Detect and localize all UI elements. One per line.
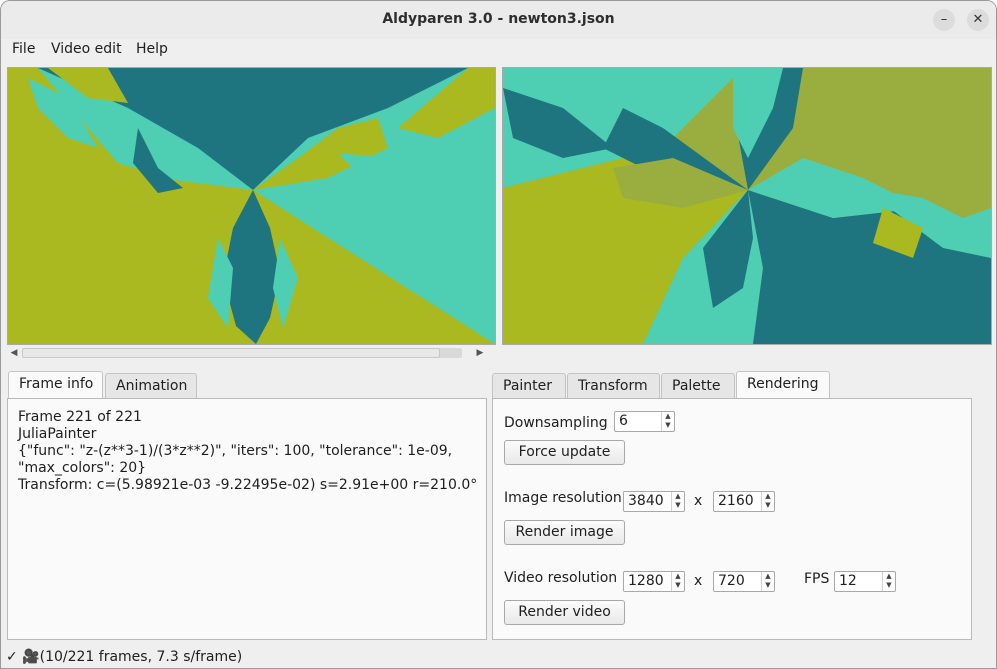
spin-arrows-icon[interactable]: ▲ ▼ bbox=[661, 412, 674, 431]
app-window: Aldyparen 3.0 - newton3.json – ✕ File Vi… bbox=[0, 0, 997, 669]
spin-arrows-icon[interactable]: ▲ ▼ bbox=[882, 572, 895, 591]
frame-preview[interactable] bbox=[7, 67, 496, 345]
menu-video-edit[interactable]: Video edit bbox=[51, 41, 122, 57]
painter-params: {"func": "z-(z**3-1)/(3*z**2)", "iters":… bbox=[18, 443, 453, 459]
video-height-value: 720 bbox=[718, 573, 745, 589]
frame-info-panel: Frame 221 of 221 JuliaPainter {"func": "… bbox=[7, 398, 487, 640]
work-preview[interactable] bbox=[502, 67, 992, 345]
transform-info: Transform: c=(5.98921e-03 -9.22495e-02) … bbox=[18, 477, 478, 493]
video-resolution-label: Video resolution bbox=[504, 570, 618, 586]
title-bar: Aldyparen 3.0 - newton3.json – ✕ bbox=[1, 1, 996, 40]
spin-arrows-icon[interactable]: ▲ ▼ bbox=[761, 492, 774, 511]
downsampling-spinbox[interactable]: 6 ▲ ▼ bbox=[614, 411, 675, 432]
image-width-value: 3840 bbox=[628, 493, 664, 509]
preview-horizontal-scrollbar[interactable]: ◀ ▶ bbox=[8, 346, 486, 360]
tab-palette[interactable]: Palette bbox=[661, 373, 735, 399]
rendering-panel: Downsampling 6 ▲ ▼ Force update Image res… bbox=[492, 398, 972, 640]
fps-spinbox[interactable]: 12 ▲ ▼ bbox=[834, 571, 896, 592]
spin-arrows-icon[interactable]: ▲ ▼ bbox=[671, 572, 684, 591]
tab-painter[interactable]: Painter bbox=[492, 373, 566, 399]
image-height-value: 2160 bbox=[718, 493, 754, 509]
video-width-spinbox[interactable]: 1280 ▲ ▼ bbox=[623, 571, 685, 592]
frame-fractal-image bbox=[8, 68, 495, 344]
window-title: Aldyparen 3.0 - newton3.json bbox=[382, 11, 615, 27]
render-image-button[interactable]: Render image bbox=[504, 520, 625, 545]
scroll-left-icon[interactable]: ◀ bbox=[8, 346, 20, 360]
force-update-button[interactable]: Force update bbox=[504, 440, 625, 465]
painter-params-cont: "max_colors": 20} bbox=[18, 460, 147, 476]
downsampling-label: Downsampling bbox=[504, 415, 608, 431]
status-text: ✓ 🎥(10/221 frames, 7.3 s/frame) bbox=[6, 649, 243, 665]
painter-name: JuliaPainter bbox=[18, 426, 97, 442]
frame-info-text: Frame 221 of 221 JuliaPainter {"func": "… bbox=[18, 409, 478, 494]
image-resolution-label: Image resolution bbox=[504, 490, 622, 506]
video-height-spinbox[interactable]: 720 ▲ ▼ bbox=[713, 571, 775, 592]
downsampling-value: 6 bbox=[619, 413, 628, 429]
fps-label: FPS bbox=[804, 571, 830, 587]
menu-bar: File Video edit Help bbox=[1, 39, 996, 61]
image-height-spinbox[interactable]: 2160 ▲ ▼ bbox=[713, 491, 775, 512]
image-resolution-separator: x bbox=[694, 493, 703, 509]
tab-frame-info[interactable]: Frame info bbox=[8, 371, 103, 399]
work-fractal-image bbox=[503, 68, 991, 344]
fps-value: 12 bbox=[839, 573, 857, 589]
menu-help[interactable]: Help bbox=[136, 41, 168, 57]
tab-animation[interactable]: Animation bbox=[105, 373, 197, 399]
image-width-spinbox[interactable]: 3840 ▲ ▼ bbox=[623, 491, 685, 512]
menu-file[interactable]: File bbox=[12, 41, 35, 57]
status-bar: ✓ 🎥(10/221 frames, 7.3 s/frame) bbox=[1, 647, 996, 668]
close-button[interactable]: ✕ bbox=[967, 9, 989, 31]
video-width-value: 1280 bbox=[628, 573, 664, 589]
spin-arrows-icon[interactable]: ▲ ▼ bbox=[761, 572, 774, 591]
scroll-right-icon[interactable]: ▶ bbox=[474, 346, 486, 360]
minimize-button[interactable]: – bbox=[933, 9, 955, 31]
tab-rendering[interactable]: Rendering bbox=[736, 371, 830, 399]
video-resolution-separator: x bbox=[694, 573, 703, 589]
render-video-button[interactable]: Render video bbox=[504, 600, 625, 625]
tab-transform[interactable]: Transform bbox=[567, 373, 660, 399]
scroll-thumb[interactable] bbox=[22, 348, 440, 358]
frame-counter: Frame 221 of 221 bbox=[18, 409, 142, 425]
spin-arrows-icon[interactable]: ▲ ▼ bbox=[671, 492, 684, 511]
